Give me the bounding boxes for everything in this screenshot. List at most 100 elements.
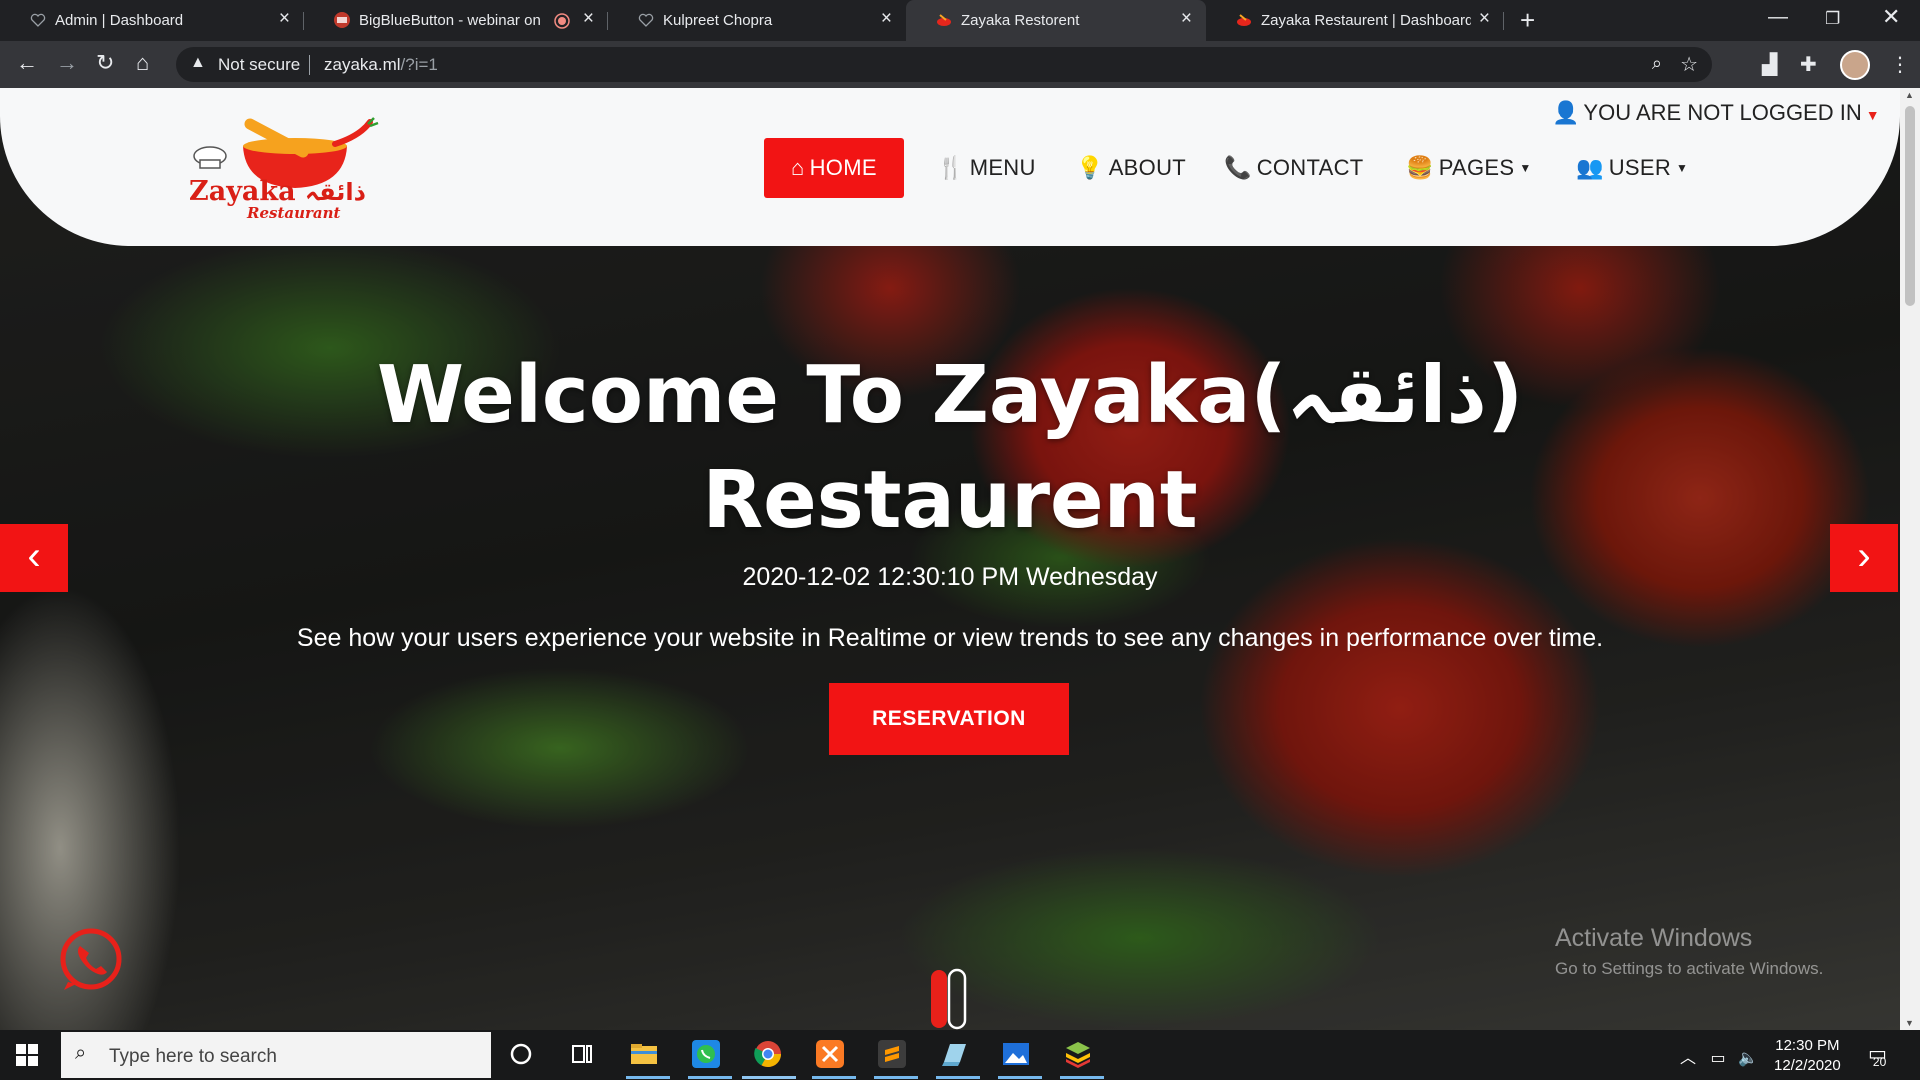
tab-title: Zayaka Restaurent | Dashboard <box>1261 12 1471 29</box>
active-app-indicator <box>998 1076 1042 1079</box>
photos-icon[interactable] <box>1000 1038 1032 1070</box>
url-host: zayaka.ml <box>324 55 401 74</box>
windows-taskbar: ⌕ Type here to search ︿ ▭ 🔈 12:30 PM 12/… <box>0 1030 1920 1080</box>
activate-windows-watermark: Activate Windows Go to Settings to activ… <box>1555 924 1823 979</box>
cortana-circle-icon[interactable] <box>505 1038 537 1070</box>
home-icon[interactable]: ⌂ <box>136 50 149 76</box>
page-scrollbar[interactable]: ▲ ▼ <box>1900 88 1920 1030</box>
call-phone-icon[interactable] <box>58 926 124 992</box>
task-view-icon[interactable] <box>566 1038 598 1070</box>
notification-count: 20 <box>1872 1055 1887 1069</box>
browser-tab-active[interactable]: Zayaka Restorent × <box>906 0 1206 41</box>
clock-date: 12/2/2020 <box>1774 1057 1841 1074</box>
url-path: /?i=1 <box>400 55 438 74</box>
svg-text:Zayaka: Zayaka <box>189 176 296 207</box>
login-status-text: YOU ARE NOT LOGGED IN <box>1583 100 1862 125</box>
zoom-magnifier-icon[interactable]: ⌕ <box>1652 53 1662 74</box>
scroll-down-indicator[interactable] <box>929 968 969 1030</box>
restore-window-icon[interactable]: ❐ <box>1825 9 1840 29</box>
reload-icon[interactable]: ↻ <box>96 50 114 76</box>
notification-center-icon[interactable]: ▭20 <box>1868 1041 1900 1069</box>
address-bar[interactable]: ▲ Not secure zayaka.ml/?i=1 ⌕ ☆ <box>176 47 1712 82</box>
taskbar-clock[interactable]: 12:30 PM 12/2/2020 <box>1774 1036 1841 1076</box>
profile-avatar[interactable] <box>1840 50 1870 80</box>
nav-pages[interactable]: 🍔 PAGES ▼ <box>1406 138 1532 198</box>
file-explorer-icon[interactable] <box>628 1038 660 1070</box>
carousel-prev-button[interactable]: ‹ <box>0 524 68 592</box>
carousel-next-button[interactable]: › <box>1830 524 1898 592</box>
home-icon: ⌂ <box>791 155 805 180</box>
chevron-right-icon: › <box>1857 534 1871 578</box>
active-app-indicator <box>812 1076 856 1079</box>
close-window-icon[interactable]: ✕ <box>1882 4 1900 30</box>
new-tab-plus-icon[interactable]: + <box>1520 5 1535 36</box>
close-tab-icon[interactable]: × <box>583 8 594 30</box>
nav-about[interactable]: 💡 ABOUT <box>1076 138 1186 198</box>
scroll-up-arrow-icon[interactable]: ▲ <box>1905 90 1914 100</box>
browser-tab[interactable]: Zayaka Restaurent | Dashboard × <box>1206 0 1504 41</box>
minimize-window-icon[interactable]: — <box>1768 6 1788 29</box>
lightbulb-icon: 💡 <box>1076 155 1104 180</box>
heart-favicon-icon <box>30 13 46 27</box>
battery-icon[interactable]: ▭ <box>1710 1050 1725 1067</box>
chrome-icon[interactable] <box>752 1038 784 1070</box>
scroll-down-arrow-icon[interactable]: ▼ <box>1905 1018 1914 1028</box>
nav-contact[interactable]: 📞 CONTACT <box>1224 138 1364 198</box>
extensions-puzzle-icon[interactable]: ✚ <box>1800 52 1817 77</box>
zayaka-favicon-icon <box>937 14 951 26</box>
users-icon: 👥 <box>1576 155 1604 180</box>
bluestacks-icon[interactable] <box>1062 1038 1094 1070</box>
nav-label: USER <box>1608 155 1672 180</box>
clock-time: 12:30 PM <box>1775 1037 1840 1054</box>
browser-tab[interactable]: BigBlueButton - webinar on p × <box>304 0 608 41</box>
browser-tab-strip: Admin | Dashboard × BigBlueButton - webi… <box>0 0 1920 41</box>
chevron-up-icon[interactable]: ︿ <box>1680 1050 1696 1067</box>
reservation-button[interactable]: RESERVATION <box>829 683 1069 755</box>
omnibox-divider <box>309 55 310 75</box>
heart-favicon-icon <box>638 13 654 27</box>
nav-menu[interactable]: 🍴 MENU <box>937 138 1036 198</box>
close-tab-icon[interactable]: × <box>1479 8 1490 30</box>
close-tab-icon[interactable]: × <box>1181 8 1192 30</box>
scrollbar-thumb[interactable] <box>1905 106 1915 306</box>
close-tab-icon[interactable]: × <box>279 8 290 30</box>
active-app-indicator <box>688 1076 732 1079</box>
nav-label: CONTACT <box>1256 155 1364 180</box>
windows-start-icon[interactable] <box>16 1044 38 1066</box>
nav-label: MENU <box>969 155 1036 180</box>
notepad-icon[interactable] <box>938 1038 970 1070</box>
xampp-icon[interactable] <box>814 1038 846 1070</box>
browser-tab[interactable]: Admin | Dashboard × <box>0 0 304 41</box>
whatsapp-icon[interactable] <box>690 1038 722 1070</box>
hero-title-line2: Restaurent <box>702 454 1198 546</box>
page-viewport: Zayaka ذائقہ Restaurant 👤 YOU ARE NOT LOG… <box>0 88 1900 1030</box>
forward-arrow-icon[interactable]: → <box>56 50 78 76</box>
caret-down-icon: ▼ <box>1865 107 1880 123</box>
caret-down-icon: ▼ <box>1676 161 1689 175</box>
hero-title-line1: Welcome To Zayaka(ذائقہ) <box>376 349 1524 441</box>
url-text[interactable]: zayaka.ml/?i=1 <box>324 55 438 75</box>
hero-title: Welcome To Zayaka(ذائقہ) Restaurent <box>0 343 1900 553</box>
extension-chart-icon[interactable]: ▟ <box>1762 52 1777 77</box>
login-status-dropdown[interactable]: 👤 YOU ARE NOT LOGGED IN ▼ <box>1552 100 1880 126</box>
browser-tab[interactable]: Kulpreet Chopra × <box>608 0 906 41</box>
zayaka-logo[interactable]: Zayaka ذائقہ Restaurant <box>185 116 390 221</box>
nav-user[interactable]: 👥 USER ▼ <box>1576 138 1688 198</box>
site-header: Zayaka ذائقہ Restaurant 👤 YOU ARE NOT LOG… <box>0 88 1900 246</box>
nav-home[interactable]: ⌂ HOME <box>764 138 904 198</box>
tab-separator <box>1503 12 1504 30</box>
sublime-text-icon[interactable] <box>876 1038 908 1070</box>
security-label[interactable]: Not secure <box>218 55 300 75</box>
taskbar-search-box[interactable]: ⌕ Type here to search <box>61 1032 491 1078</box>
back-arrow-icon[interactable]: ← <box>16 50 38 76</box>
nav-label: HOME <box>809 155 877 180</box>
close-tab-icon[interactable]: × <box>881 8 892 30</box>
volume-icon[interactable]: 🔈 <box>1738 1050 1758 1067</box>
warning-triangle-icon[interactable]: ▲ <box>190 54 206 72</box>
zayaka-favicon-icon <box>1237 14 1251 26</box>
active-app-indicator <box>874 1076 918 1079</box>
more-menu-icon[interactable]: ⋮ <box>1890 52 1910 77</box>
caret-down-icon: ▼ <box>1519 161 1532 175</box>
tab-title: Admin | Dashboard <box>55 12 184 29</box>
bookmark-star-icon[interactable]: ☆ <box>1680 52 1698 77</box>
